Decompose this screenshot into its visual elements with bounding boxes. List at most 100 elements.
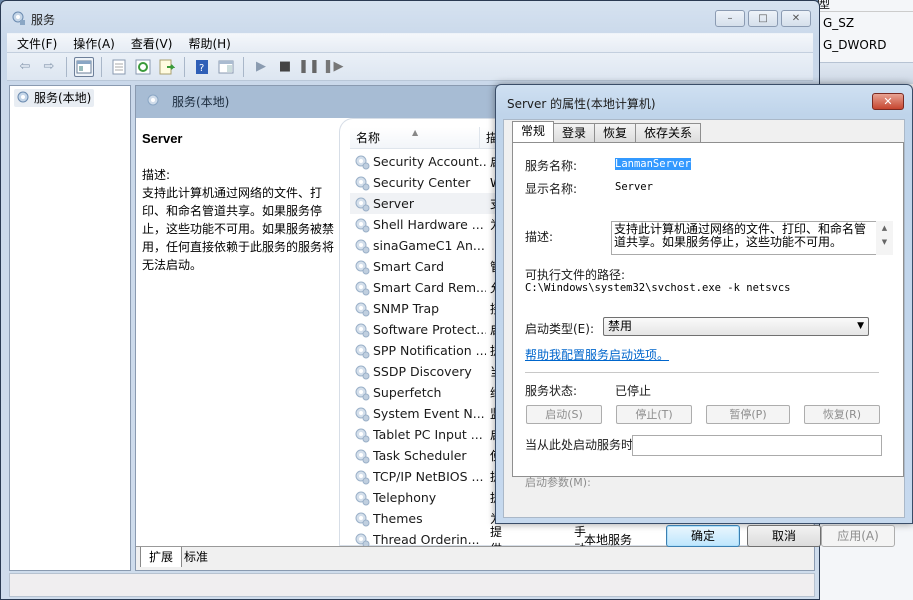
help-icon[interactable]: ? (192, 57, 212, 77)
help-configure-link[interactable]: 帮助我配置服务启动选项。 (525, 346, 669, 363)
back-arrow-icon[interactable]: ⇦ (15, 57, 35, 77)
start-params-input[interactable] (632, 435, 882, 456)
service-gear-icon (355, 176, 370, 190)
console-tree-icon[interactable] (74, 56, 94, 77)
service-status-label: 服务状态: (525, 384, 578, 398)
menu-help[interactable]: 帮助(H) (188, 35, 230, 52)
service-gear-icon (355, 344, 370, 358)
maximize-button[interactable]: □ (748, 10, 778, 27)
service-name: sinaGameC1 An... (373, 238, 485, 253)
bg-row[interactable]: G_DWORD (819, 34, 913, 56)
tab-recovery[interactable]: 恢复 (594, 123, 637, 142)
service-name: SSDP Discovery (373, 364, 472, 379)
service-name: Smart Card Rem... (373, 280, 486, 295)
pause-button[interactable]: 暂停(P) (706, 405, 790, 424)
service-gear-icon (355, 428, 370, 442)
service-name: Tablet PC Input ... (373, 427, 483, 442)
startup-type-label: 启动类型(E): (525, 322, 594, 336)
refresh-icon[interactable] (133, 57, 153, 77)
toolbar-separator (66, 56, 67, 77)
service-gear-icon (355, 260, 370, 274)
service-name: Themes (373, 511, 423, 526)
path-value: C:\Windows\system32\svchost.exe -k netsv… (525, 282, 791, 294)
service-name: Server (373, 196, 414, 211)
column-header-name[interactable]: 名称 ▲ (350, 127, 480, 148)
display-name-label: 显示名称: (525, 182, 578, 196)
dialog-title: Server 的属性(本地计算机) (507, 97, 656, 111)
cancel-button[interactable]: 取消 (747, 525, 821, 547)
server-properties-dialog: Server 的属性(本地计算机) ✕ 常规 登录 恢复 依存关系 服务名称: … (495, 84, 913, 547)
toolbar-separator (101, 56, 102, 77)
selected-service-name: Server (142, 131, 183, 146)
tab-general[interactable]: 常规 (512, 121, 555, 142)
tab-logon[interactable]: 登录 (553, 123, 596, 142)
description-label: 描述: (525, 230, 554, 244)
dialog-close-button[interactable]: ✕ (872, 93, 904, 110)
menu-file[interactable]: 文件(F) (17, 35, 57, 52)
service-name: Smart Card (373, 259, 445, 274)
window-title: 服务 (31, 13, 56, 27)
status-bar (9, 573, 815, 597)
service-name: Superfetch (373, 385, 442, 400)
toolbar-separator (243, 56, 244, 77)
minimize-button[interactable]: – (715, 10, 745, 27)
resume-service-icon[interactable]: ❚▶ (323, 57, 344, 77)
service-name: Thread Orderin... (373, 532, 480, 547)
service-gear-icon (355, 323, 370, 337)
description-text: 支持此计算机通过网络的文件、打印、和命名管道共享。如果服务停止，这些功能不可用。… (142, 186, 335, 272)
service-name: Telephony (373, 490, 437, 505)
console-tree: 服务(本地) (9, 85, 131, 571)
description-label: 描述: (142, 168, 171, 182)
svg-text:?: ? (199, 63, 204, 74)
display-name-value[interactable]: Server (615, 181, 653, 193)
service-name: Security Account... (373, 154, 486, 169)
toolbar-separator (184, 56, 185, 77)
stop-service-icon[interactable]: ■ (275, 57, 295, 77)
service-name: Security Center (373, 175, 471, 190)
pause-service-icon[interactable]: ❚❚ (298, 57, 320, 77)
chevron-down-icon: ▼ (857, 321, 864, 331)
start-params-label: 启动参数(M): (525, 476, 591, 489)
service-gear-icon (355, 155, 370, 169)
properties-icon[interactable] (109, 57, 129, 77)
stop-button[interactable]: 停止(T) (616, 405, 692, 424)
startup-type-select[interactable]: 禁用 ▼ (603, 317, 869, 336)
service-detail: Server 描述: 支持此计算机通过网络的文件、打印、和命名管道共享。如果服务… (142, 130, 342, 274)
service-gear-icon (355, 365, 370, 379)
close-button[interactable]: ✕ (781, 10, 811, 27)
description-textarea[interactable]: 支持此计算机通过网络的文件、打印、和命名管道共享。如果服务停止，这些功能不可用。 (611, 221, 876, 255)
divider (525, 372, 879, 373)
tree-item-services-local[interactable]: 服务(本地) (14, 89, 95, 107)
tree-item-label: 服务(本地) (34, 91, 92, 105)
title-bar[interactable]: 服务 – □ ✕ (1, 1, 819, 33)
service-name-value[interactable]: LanmanServer (615, 158, 691, 170)
service-gear-icon (355, 512, 370, 526)
ok-button[interactable]: 确定 (666, 525, 740, 547)
services-icon (17, 91, 29, 103)
start-button[interactable]: 启动(S) (526, 405, 602, 424)
service-gear-icon (355, 239, 370, 253)
service-gear-icon (355, 491, 370, 505)
general-tab-pane: 服务名称: LanmanServer 显示名称: Server 描述: 支持此计… (512, 142, 904, 489)
forward-arrow-icon[interactable]: ⇨ (39, 57, 59, 77)
service-gear-icon (355, 302, 370, 316)
bg-toolbar-strip (819, 62, 913, 84)
apply-button[interactable]: 应用(A) (821, 525, 895, 547)
resume-button[interactable]: 恢复(R) (804, 405, 880, 424)
description-scrollbar[interactable]: ▲ ▼ (876, 221, 893, 255)
bg-row[interactable]: G_SZ (819, 12, 913, 34)
menu-action[interactable]: 操作(A) (73, 35, 115, 52)
service-status-value: 已停止 (615, 384, 652, 398)
show-hide-action-pane-icon[interactable] (216, 57, 236, 77)
export-list-icon[interactable] (157, 57, 177, 77)
services-app-icon (12, 11, 25, 25)
content-header-title: 服务(本地) (172, 95, 230, 109)
service-gear-icon (355, 386, 370, 400)
column-header-row: 名称 ▲ 描 (350, 127, 510, 149)
tab-dependencies[interactable]: 依存关系 (635, 123, 702, 142)
service-gear-icon (355, 470, 370, 484)
start-service-icon[interactable]: ▶ (251, 57, 271, 77)
tab-standard[interactable]: 标准 (176, 547, 216, 567)
service-name: Shell Hardware ... (373, 217, 484, 232)
menu-view[interactable]: 查看(V) (131, 35, 173, 52)
